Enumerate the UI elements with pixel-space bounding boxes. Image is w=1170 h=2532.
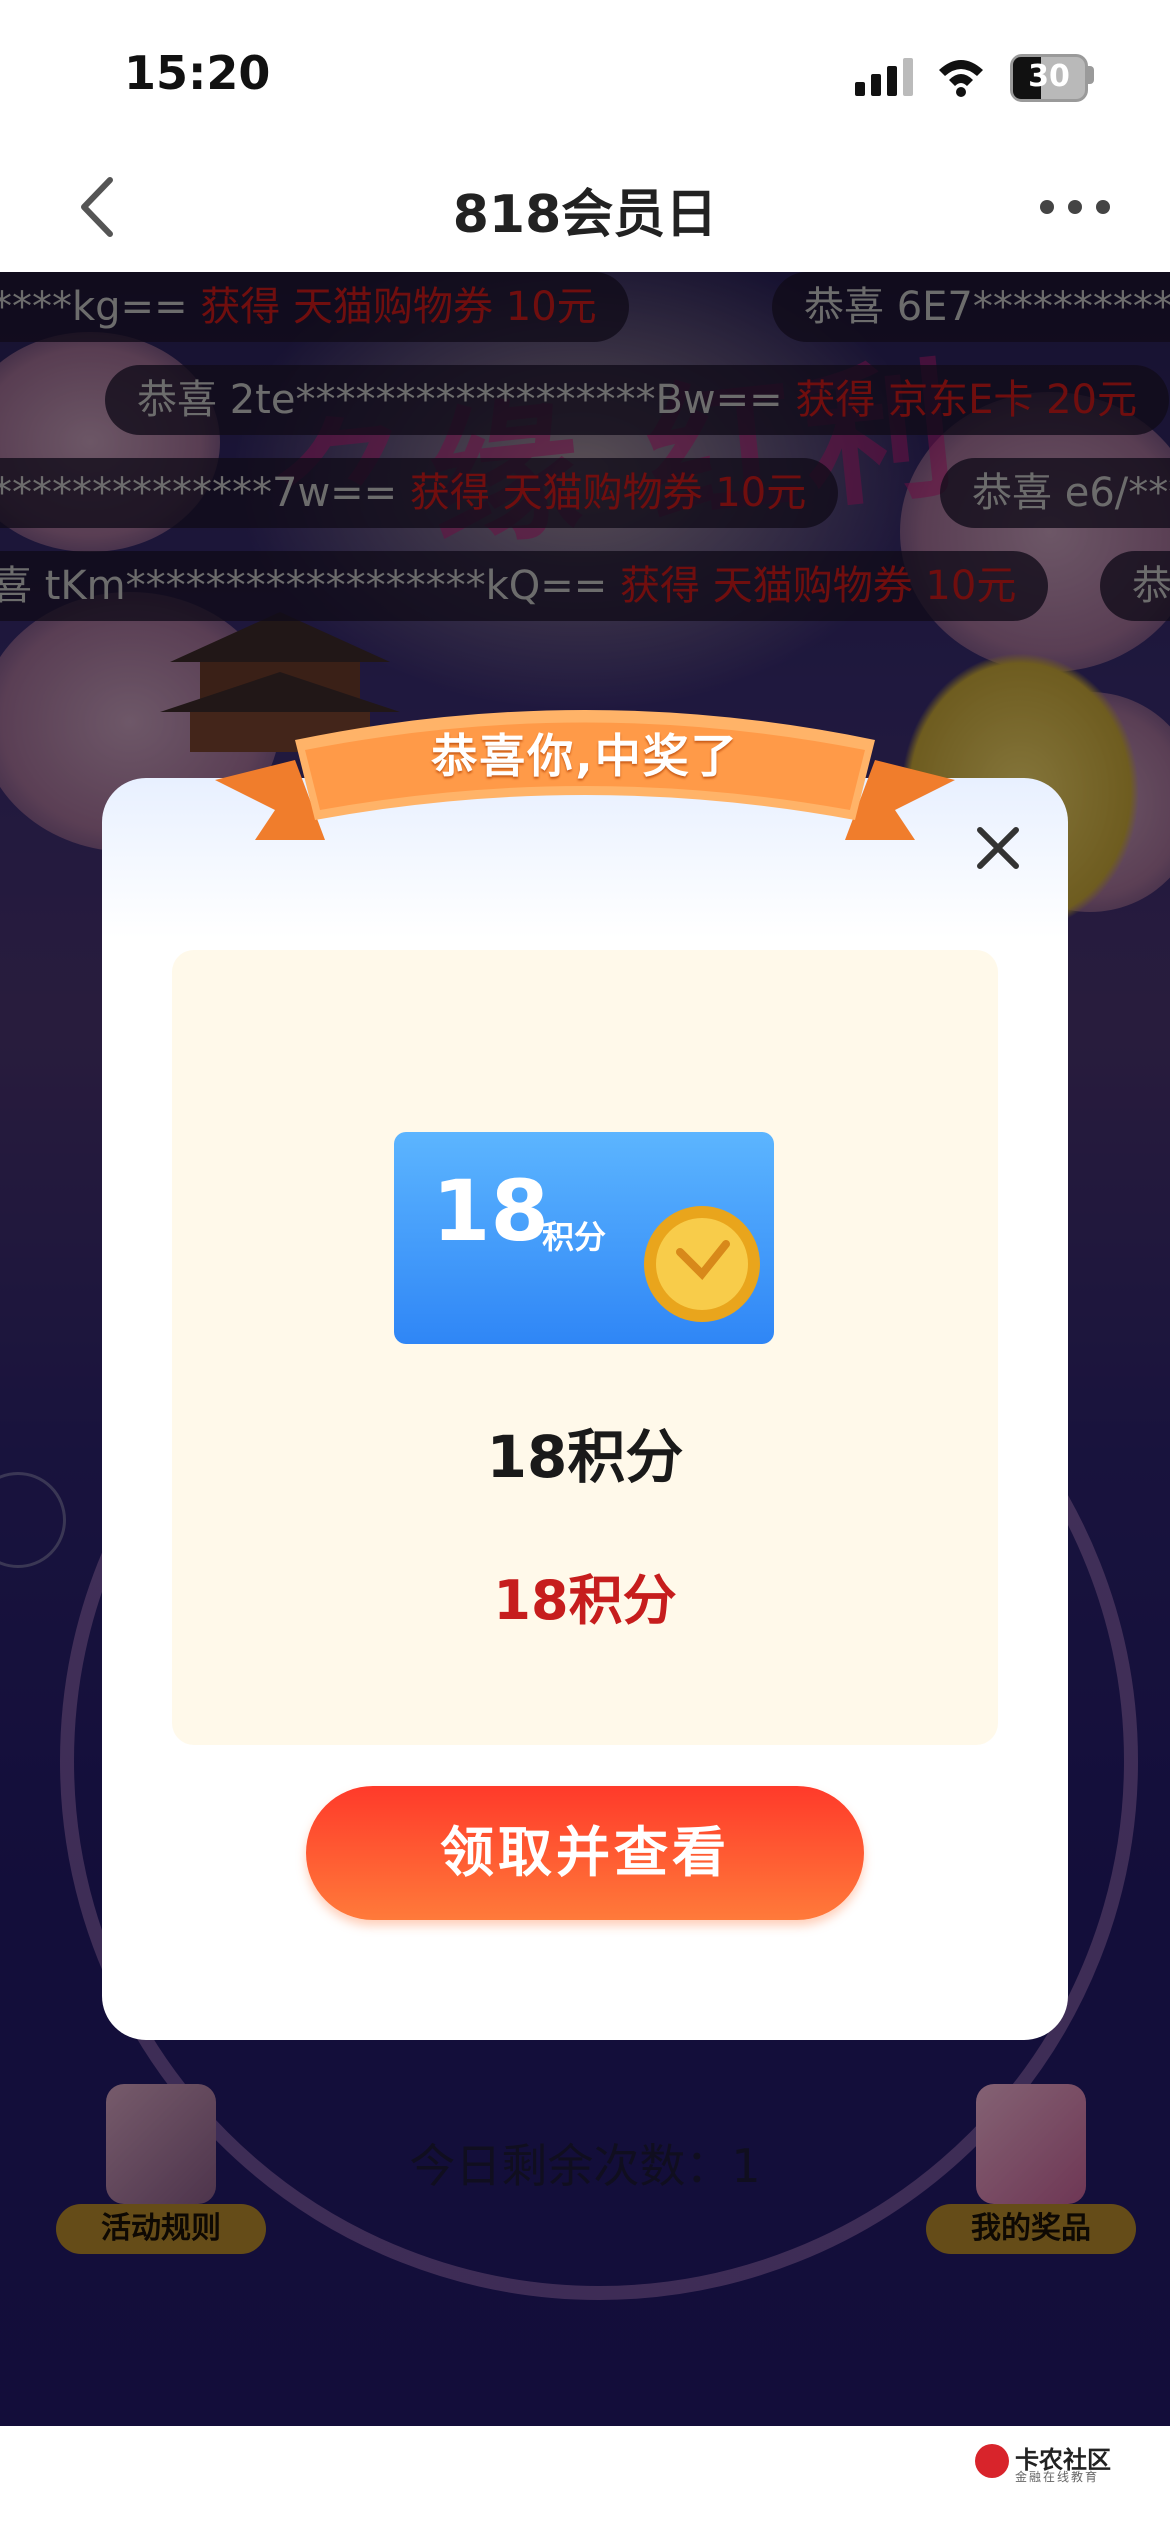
navigation-bar: 818会员日 bbox=[0, 150, 1170, 272]
wifi-icon bbox=[939, 60, 983, 97]
page-title: 818会员日 bbox=[452, 185, 718, 245]
battery-tip bbox=[1088, 66, 1094, 84]
prize-card-unit: 积分 bbox=[542, 1218, 607, 1256]
status-bar: 15:20 30 bbox=[0, 0, 1170, 150]
prize-card-amount: 18 bbox=[432, 1162, 549, 1260]
watermark-logo-icon bbox=[975, 2444, 1009, 2478]
more-options-icon[interactable] bbox=[1040, 192, 1110, 216]
gold-coin-icon bbox=[644, 1206, 760, 1322]
watermark-tagline: 金融在线教育 bbox=[1015, 2470, 1100, 2484]
status-time: 15:20 bbox=[124, 46, 271, 100]
prize-card: 18 积分 bbox=[394, 1132, 774, 1344]
close-icon[interactable] bbox=[972, 822, 1024, 874]
watermark: 卡农社区 金融在线教育 bbox=[975, 2440, 1155, 2490]
dialog-banner-title: 恭喜你,中奖了 bbox=[431, 729, 739, 783]
prize-name: 18积分 bbox=[486, 1423, 684, 1491]
cellular-signal-icon bbox=[855, 58, 915, 96]
battery-icon: 30 bbox=[1010, 54, 1088, 102]
prize-value: 18积分 bbox=[493, 1569, 677, 1632]
battery-level: 30 bbox=[1028, 59, 1070, 94]
claim-and-view-button[interactable]: 领取并查看 bbox=[306, 1786, 864, 1920]
